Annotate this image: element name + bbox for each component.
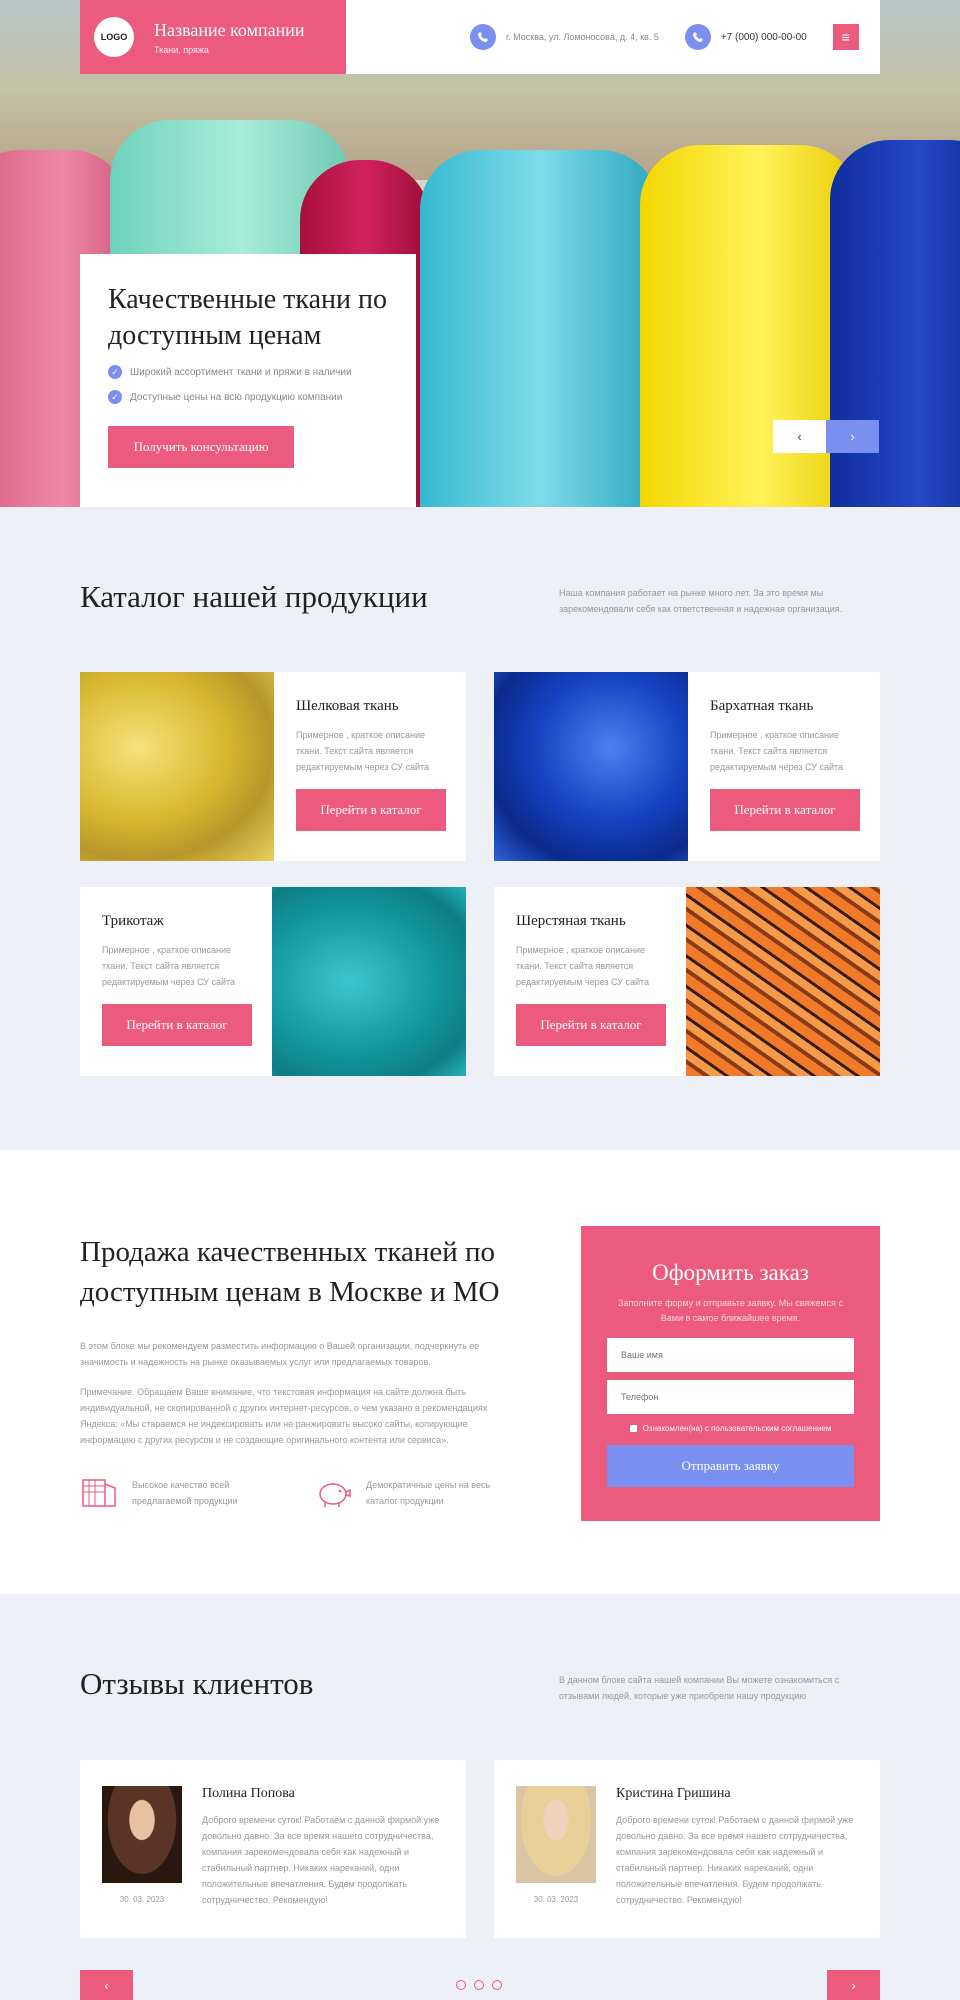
pagination-dot[interactable] (456, 1980, 466, 1990)
piggy-bank-icon (314, 1474, 352, 1512)
knit-image (272, 887, 466, 1076)
agreement-checkbox[interactable]: Ознакомлен(на) с пользовательским соглаш… (607, 1424, 854, 1433)
order-form: Оформить заказ Заполните форму и отправь… (581, 1226, 880, 1521)
silk-image (80, 672, 274, 861)
phone-link[interactable]: +7 (000) 000-00-00 (721, 32, 807, 43)
avatar (102, 1786, 182, 1883)
catalog-card: Бархатная ткань Примерное , краткое опис… (494, 672, 880, 861)
catalog-card: Шерстяная ткань Примерное , краткое опис… (494, 887, 880, 1076)
reviews-description: В данном блоке сайта нашей компании Вы м… (559, 1675, 840, 1701)
card-title: Трикотаж (102, 913, 164, 929)
agreement-label: Ознакомлен(на) с пользовательским соглаш… (642, 1424, 832, 1433)
card-text: Примерное , краткое описание ткани. Текс… (710, 730, 844, 772)
feature-text: Высокое качество всей предлагаемой проду… (132, 1480, 238, 1506)
review-card: 30. 03. 2023 Полина Попова Доброго време… (80, 1760, 466, 1938)
review-text: Доброго времени суток! Работаем с данной… (202, 1815, 440, 1905)
phone-icon (684, 24, 711, 50)
location-icon (470, 24, 496, 50)
order-title: Продажа качественных тканей по доступным… (80, 1236, 500, 1308)
hero-bullet: ✓ Широкий ассортимент ткани и пряжи в на… (108, 365, 388, 379)
wool-image (686, 887, 880, 1076)
catalog-link-button[interactable]: Перейти в каталог (296, 789, 446, 831)
card-title: Бархатная ткань (710, 698, 814, 714)
checkbox-box[interactable] (629, 1425, 637, 1432)
company-name: Название компании (154, 19, 305, 40)
review-date: 30. 03. 2023 (119, 1895, 165, 1904)
reviews-prev-button[interactable]: ‹ (80, 1970, 133, 2000)
review-date: 30. 03. 2023 (533, 1895, 579, 1904)
check-icon: ✓ (108, 365, 122, 379)
feature-item: Демократичные цены на весь каталог проду… (314, 1474, 506, 1512)
hero-section: LOGO Название компании Ткани, пряжа г. М… (0, 0, 960, 507)
feature-item: Высокое качество всей предлагаемой проду… (80, 1474, 272, 1512)
catalog-card: Трикотаж Примерное , краткое описание тк… (80, 887, 466, 1076)
review-name: Полина Попова (202, 1786, 295, 1801)
card-text: Примерное , краткое описание ткани. Текс… (102, 945, 236, 987)
menu-icon[interactable]: ≡ (832, 24, 859, 50)
review-name: Кристина Гришина (616, 1786, 731, 1801)
catalog-section: Каталог нашей продукции Наша компания ра… (0, 507, 960, 1150)
hero-bullet-text: Доступные цены на всю продукцию компании (130, 391, 343, 403)
pagination-dot[interactable] (474, 1980, 484, 1990)
fabric-roll (420, 150, 660, 507)
catalog-title: Каталог нашей продукции (80, 579, 428, 614)
check-icon: ✓ (108, 390, 122, 404)
catalog-link-button[interactable]: Перейти в каталог (102, 1004, 252, 1046)
card-title: Шерстяная ткань (516, 913, 626, 929)
slider-prev-button[interactable]: ‹ (773, 420, 826, 453)
header-brand[interactable]: LOGO Название компании Ткани, пряжа (80, 0, 346, 74)
hero-card: Качественные ткани по доступным ценам ✓ … (80, 254, 416, 507)
consultation-button[interactable]: Получить консультацию (108, 426, 294, 468)
form-subtitle: Заполните форму и отправьте заявку. Мы с… (618, 1298, 843, 1323)
order-section: Продажа качественных тканей по доступным… (0, 1150, 960, 1594)
hero-bullet: ✓ Доступные цены на всю продукцию компан… (108, 390, 388, 404)
catalog-description: Наша компания работает на рынке много ле… (559, 588, 843, 614)
reviews-pagination (456, 1980, 510, 1990)
logo: LOGO (94, 17, 134, 57)
card-title: Шелковая ткань (296, 698, 399, 714)
reviews-next-button[interactable]: › (827, 1970, 880, 2000)
submit-button[interactable]: Отправить заявку (607, 1445, 854, 1487)
velvet-image (494, 672, 688, 861)
card-text: Примерное , краткое описание ткани. Текс… (516, 945, 650, 987)
reviews-title: Отзывы клиентов (80, 1666, 314, 1701)
order-note: Примечание. Обращаем Ваше внимание, что … (80, 1387, 488, 1445)
address-text: г. Москва, ул. Ломоносова, д. 4, кв. 5 (506, 32, 659, 42)
pagination-dot[interactable] (492, 1980, 502, 1990)
card-text: Примерное , краткое описание ткани. Текс… (296, 730, 430, 772)
company-subtitle: Ткани, пряжа (154, 44, 209, 55)
feature-text: Демократичные цены на весь каталог проду… (366, 1480, 491, 1506)
avatar (516, 1786, 596, 1883)
form-title: Оформить заказ (652, 1260, 809, 1285)
hero-slider-nav: ‹ › (773, 420, 879, 453)
catalog-card: Шелковая ткань Примерное , краткое описа… (80, 672, 466, 861)
hero-title: Качественные ткани по доступным ценам (108, 284, 387, 351)
header-contacts: г. Москва, ул. Ломоносова, д. 4, кв. 5 +… (346, 0, 880, 74)
review-card: 30. 03. 2023 Кристина Гришина Доброго вр… (494, 1760, 880, 1938)
slider-next-button[interactable]: › (826, 420, 879, 453)
phone-input[interactable] (607, 1380, 854, 1414)
catalog-link-button[interactable]: Перейти в каталог (516, 1004, 666, 1046)
fabric-icon (80, 1474, 118, 1512)
hero-bullet-text: Широкий ассортимент ткани и пряжи в нали… (130, 366, 352, 378)
review-text: Доброго времени суток! Работаем с данной… (616, 1815, 854, 1905)
name-input[interactable] (607, 1338, 854, 1372)
order-paragraph: В этом блоке мы рекомендуем разместить и… (80, 1341, 480, 1367)
catalog-link-button[interactable]: Перейти в каталог (710, 789, 860, 831)
reviews-section: Отзывы клиентов В данном блоке сайта наш… (0, 1594, 960, 2000)
